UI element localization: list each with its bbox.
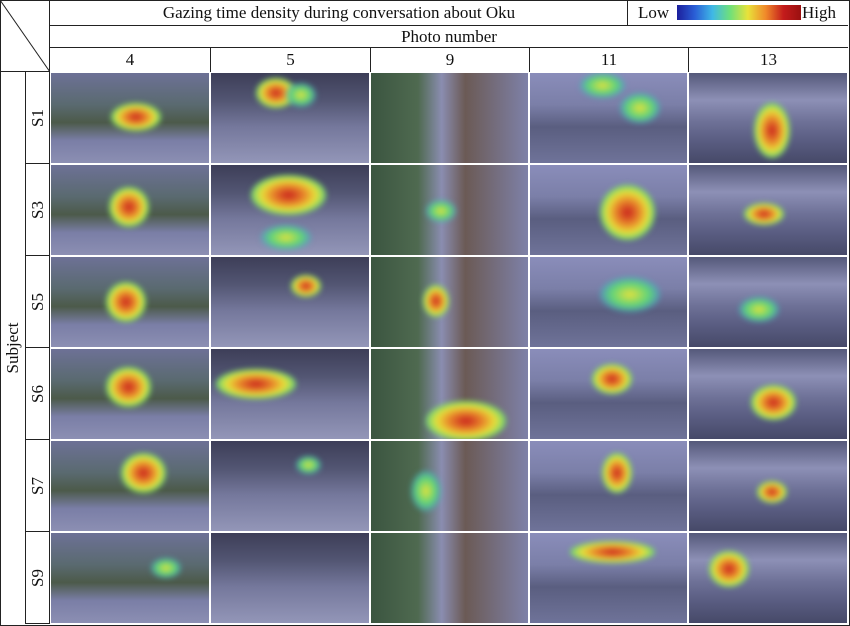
- heatmap-photo: [51, 73, 209, 163]
- legend-low-label: Low: [638, 3, 670, 22]
- gaze-heat-spot: [151, 558, 181, 578]
- heatmap-photo: [689, 349, 847, 439]
- gaze-heat-spot: [751, 385, 796, 420]
- column-header: 5: [210, 48, 370, 72]
- gaze-heat-spot: [426, 200, 456, 222]
- street-photo-background: [211, 257, 369, 347]
- heatmap-photo: [51, 533, 209, 623]
- gaze-heat-spot: [106, 367, 151, 407]
- gaze-heat-spot: [570, 541, 655, 563]
- gaze-heat-spot: [709, 551, 749, 587]
- gaze-heat-spot: [251, 175, 326, 215]
- heatmap-photo: [371, 257, 528, 347]
- street-photo-background: [371, 533, 528, 623]
- heatmap-photo: [211, 349, 369, 439]
- gaze-heat-spot: [216, 369, 296, 399]
- column-headers: 4 5 9 11 13: [50, 48, 848, 72]
- gaze-heat-spot: [411, 471, 441, 511]
- heatmap-photo: [530, 73, 687, 163]
- column-header: 11: [529, 48, 688, 72]
- gaze-heat-spot: [754, 103, 790, 158]
- heatmap-photo: [211, 165, 369, 255]
- street-photo-background: [371, 73, 528, 163]
- photo-number-header: Photo number: [50, 26, 848, 48]
- heatmap-photo: [530, 349, 687, 439]
- street-photo-background: [51, 533, 209, 623]
- corner-diagonal: [0, 0, 50, 72]
- row-label: S9: [26, 532, 50, 624]
- heatmap-photo-grid: [50, 72, 848, 624]
- heatmap-photo: [211, 441, 369, 531]
- column-header: 9: [370, 48, 529, 72]
- gaze-heat-spot: [602, 453, 632, 493]
- row-label: S7: [26, 440, 50, 532]
- row-label: S6: [26, 348, 50, 440]
- gaze-heat-spot: [261, 225, 311, 250]
- heatmap-photo: [530, 441, 687, 531]
- row-label: S3: [26, 164, 50, 256]
- gaze-heat-spot: [739, 297, 779, 322]
- heatmap-photo: [211, 533, 369, 623]
- heatmap-photo: [371, 349, 528, 439]
- column-header: 13: [688, 48, 848, 72]
- street-photo-background: [371, 257, 528, 347]
- gaze-heat-spot: [423, 285, 449, 317]
- title-row: Gazing time density during conversation …: [50, 0, 848, 26]
- heatmap-photo: [371, 441, 528, 531]
- column-header: 4: [125, 50, 135, 69]
- gaze-heat-spot: [620, 93, 660, 123]
- street-photo-background: [530, 349, 687, 439]
- corner-cell: [0, 0, 50, 72]
- heatmap-photo: [689, 73, 847, 163]
- gaze-heat-spot: [757, 481, 787, 503]
- heatmap-photo: [689, 165, 847, 255]
- heatmap-photo: [211, 73, 369, 163]
- heatmap-photo: [689, 533, 847, 623]
- legend: Low High: [627, 0, 848, 25]
- street-photo-background: [211, 441, 369, 531]
- heatmap-photo: [530, 257, 687, 347]
- heatmap-photo: [371, 533, 528, 623]
- gaze-heat-spot: [600, 277, 660, 312]
- heatmap-photo: [371, 165, 528, 255]
- gaze-heat-spot: [106, 282, 146, 322]
- subject-axis-label: Subject: [0, 72, 26, 624]
- heatmap-photo: [51, 257, 209, 347]
- gaze-heat-spot: [291, 275, 321, 297]
- heatmap-photo: [371, 73, 528, 163]
- row-label: S1: [26, 72, 50, 164]
- legend-high-label: High: [802, 3, 836, 22]
- heatmap-photo: [689, 257, 847, 347]
- heatmap-photo: [51, 349, 209, 439]
- street-photo-background: [371, 441, 528, 531]
- heatmap-photo: [51, 165, 209, 255]
- heatmap-photo: [530, 533, 687, 623]
- gaze-heat-spot: [426, 401, 506, 439]
- gaze-heat-spot: [592, 364, 632, 394]
- gaze-heat-spot: [296, 456, 321, 474]
- heatmap-photo: [530, 165, 687, 255]
- figure-title: Gazing time density during conversation …: [162, 3, 516, 22]
- legend-color-bar: [677, 5, 801, 20]
- gaze-heat-spot: [600, 185, 655, 240]
- row-labels: Subject S1 S3 S5 S6 S7 S9: [0, 72, 50, 624]
- heatmap-photo: [51, 441, 209, 531]
- gaze-heat-spot: [111, 103, 161, 131]
- gaze-heat-spot: [744, 203, 784, 225]
- gaze-heat-spot: [286, 83, 316, 107]
- heatmap-photo: [689, 441, 847, 531]
- street-photo-background: [211, 533, 369, 623]
- row-label: S5: [26, 256, 50, 348]
- gaze-heat-spot: [580, 73, 625, 98]
- heatmap-photo: [211, 257, 369, 347]
- gaze-heat-spot: [109, 187, 149, 227]
- gaze-heat-spot: [121, 453, 166, 493]
